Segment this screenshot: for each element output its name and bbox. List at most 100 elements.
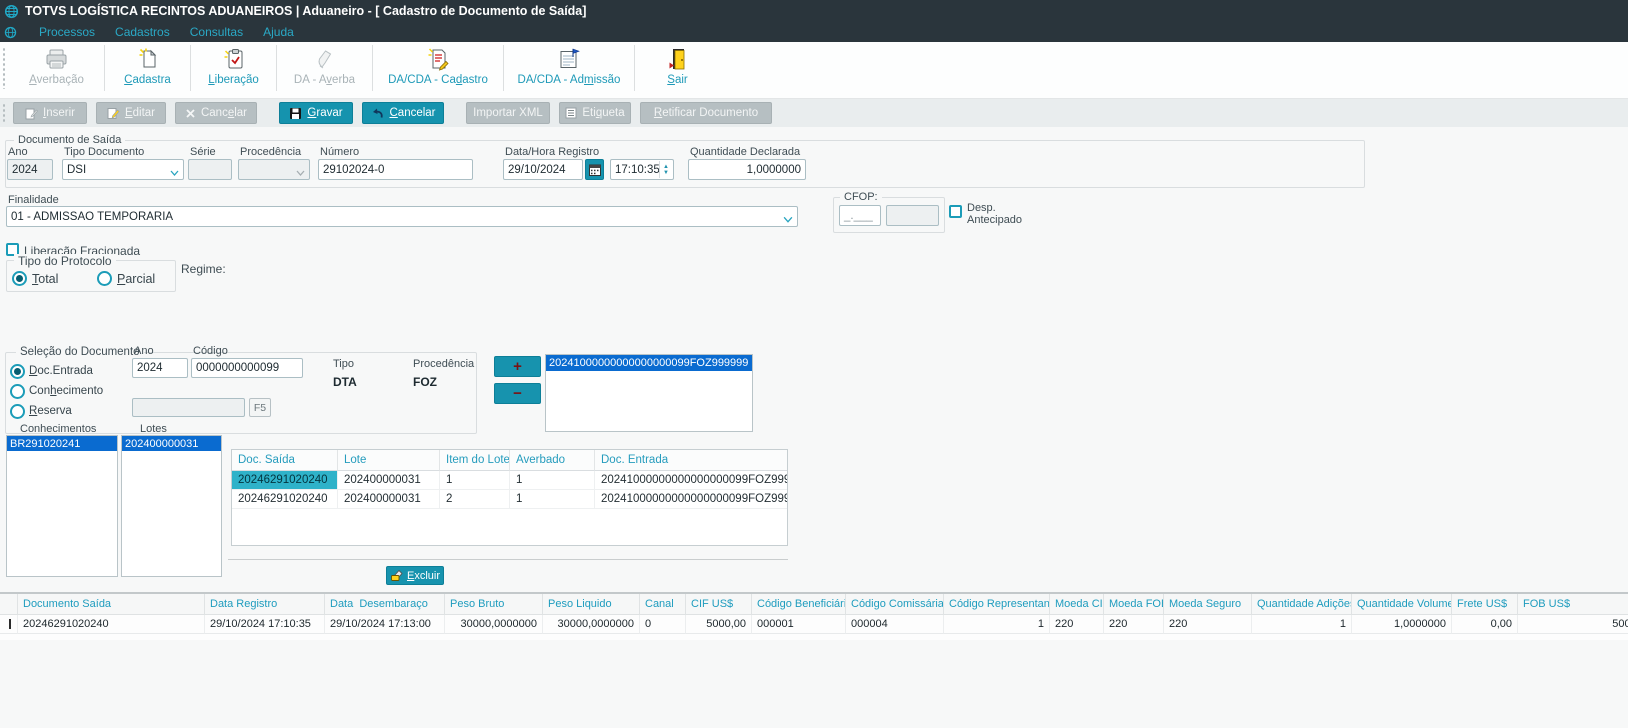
cancelar-edicao-button[interactable]: Cancelar (175, 102, 257, 124)
col-doc-saida[interactable]: Doc. Saída (232, 450, 338, 471)
selecao-codigo-field[interactable]: 0000000000099 (191, 358, 303, 378)
grid-cell-peso-bruto[interactable]: 30000,0000000 (445, 615, 543, 634)
menu-cadastros[interactable]: Cadastros (115, 25, 170, 39)
remove-document-button[interactable]: − (494, 383, 541, 404)
grid-col-moeda-seguro[interactable]: Moeda Seguro (1164, 594, 1252, 615)
conhecimento-list-item[interactable]: BR291020241 (7, 436, 117, 451)
conhecimento-radio[interactable] (10, 384, 25, 399)
selecao-busca-field[interactable] (132, 398, 245, 417)
etiqueta-button[interactable]: Etiqueta (559, 102, 631, 124)
gravar-button[interactable]: Gravar (279, 102, 353, 124)
toolbar-liberacao-button[interactable]: Liberação (191, 42, 276, 92)
protocolo-total-radio[interactable] (12, 271, 27, 286)
cell-doc-saida[interactable]: 20246291020240 (232, 490, 338, 509)
grid-cell-documento-saida[interactable]: 20246291020240 (18, 615, 205, 634)
documento-list-item[interactable]: 20241000000000000000099FOZ999999 (546, 355, 752, 371)
grid-col-codigo-comissaria[interactable]: Código Comissária (846, 594, 944, 615)
menu-processos[interactable]: Processos (39, 25, 95, 39)
selecao-ano-field[interactable]: 2024 (132, 358, 188, 378)
toolbar-sair-button[interactable]: Sair (635, 42, 720, 92)
grid-col-peso-bruto[interactable]: Peso Bruto (445, 594, 543, 615)
f5-button[interactable]: F5 (249, 398, 271, 417)
grid-cell-quantidade-adicoes[interactable]: 1 (1252, 615, 1352, 634)
inserir-button[interactable]: Inserir (13, 102, 87, 124)
toolbar-cadastra-button[interactable]: Cadastra (105, 42, 190, 92)
grid-cell-codigo-beneficiario[interactable]: 000001 (752, 615, 846, 634)
hora-registro-field[interactable]: 17:10:35 ▲ ▼ (610, 159, 674, 180)
desp-antecipado-checkbox[interactable] (949, 205, 962, 218)
grid-col-data-desembaraco[interactable]: Data Desembaraço (325, 594, 445, 615)
editar-button[interactable]: Editar (96, 102, 166, 124)
cfop-mask-field[interactable]: _.___ (839, 205, 881, 226)
col-item-do-lote[interactable]: Item do Lote (440, 450, 510, 471)
cell-lote[interactable]: 202400000031 (338, 471, 440, 490)
cell-averbado[interactable]: 1 (510, 490, 595, 509)
conhecimentos-listbox[interactable]: BR291020241 (6, 435, 118, 577)
importar-xml-button[interactable]: Importar XML (466, 102, 550, 124)
grid-cell-canal[interactable]: 0 (640, 615, 686, 634)
finalidade-combo[interactable]: 01 - ADMISSAO TEMPORARIA (6, 206, 798, 227)
lotes-listbox[interactable]: 202400000031 (121, 435, 222, 577)
doc-entrada-radio[interactable] (10, 364, 25, 379)
grid-col-codigo-beneficiario[interactable]: Código Beneficiário (752, 594, 846, 615)
toolbar-dacda-admissao-button[interactable]: DA/CDA - Admissão (504, 42, 634, 92)
grid-data-row[interactable]: 20246291020240 29/10/2024 17:10:35 29/10… (0, 615, 1628, 634)
data-registro-field[interactable]: 29/10/2024 (503, 159, 583, 180)
menu-consultas[interactable]: Consultas (190, 25, 243, 39)
cell-lote[interactable]: 202400000031 (338, 490, 440, 509)
toolbar-drag-handle[interactable] (2, 47, 6, 89)
grid-cell-cif-usd[interactable]: 5000,00 (686, 615, 752, 634)
serie-field[interactable] (188, 159, 232, 180)
grid-col-fob-usd[interactable]: FOB US$ (1518, 594, 1628, 615)
grid-col-peso-liquido[interactable]: Peso Liquido (543, 594, 640, 615)
grid-col-data-registro[interactable]: Data Registro (205, 594, 325, 615)
grid-col-quantidade-adicoes[interactable]: Quantidade Adições (1252, 594, 1352, 615)
grid-cell-moeda-seguro[interactable]: 220 (1164, 615, 1252, 634)
grid-cell-moeda-cif[interactable]: 220 (1050, 615, 1104, 634)
toolbar-dacda-cadastro-button[interactable]: DA/CDA - Cadastro (373, 42, 503, 92)
toolbar-averbacao-button[interactable]: Averbação (9, 42, 104, 92)
menu-ajuda[interactable]: Ajuda (263, 25, 294, 39)
excluir-button[interactable]: Excluir (386, 566, 444, 585)
grid-cell-peso-liquido[interactable]: 30000,0000000 (543, 615, 640, 634)
protocolo-parcial-radio[interactable] (97, 271, 112, 286)
grid-cell-data-desembaraco[interactable]: 29/10/2024 17:13:00 (325, 615, 445, 634)
grid-col-quantidade-volumes[interactable]: Quantidade Volumes (1352, 594, 1452, 615)
grid-col-frete-usd[interactable]: Frete US$ (1452, 594, 1518, 615)
col-lote[interactable]: Lote (338, 450, 440, 471)
procedencia-combo[interactable] (238, 159, 310, 180)
cell-doc-entrada[interactable]: 20241000000000000000099FOZ999999 (595, 490, 787, 509)
grid-col-moeda-fob[interactable]: Moeda FOB (1104, 594, 1164, 615)
tipo-documento-combo[interactable]: DSI (62, 159, 184, 180)
retificar-documento-button[interactable]: Retificar Documento (640, 102, 772, 124)
grid-col-codigo-representante[interactable]: Código Representante (944, 594, 1050, 615)
grid-col-documento-saida[interactable]: Documento Saída (18, 594, 205, 615)
cell-doc-saida[interactable]: 20246291020240 (232, 471, 338, 490)
cell-averbado[interactable]: 1 (510, 471, 595, 490)
grid-cell-quantidade-volumes[interactable]: 1,0000000 (1352, 615, 1452, 634)
col-averbado[interactable]: Averbado (510, 450, 595, 471)
grid-cell-moeda-fob[interactable]: 220 (1104, 615, 1164, 634)
lote-list-item[interactable]: 202400000031 (122, 436, 221, 451)
actionbar-drag-handle[interactable] (2, 103, 6, 123)
grid-col-canal[interactable]: Canal (640, 594, 686, 615)
col-doc-entrada[interactable]: Doc. Entrada (595, 450, 787, 471)
calendar-button[interactable] (585, 159, 604, 180)
grid-col-moeda-cif[interactable]: Moeda CIF (1050, 594, 1104, 615)
quantidade-declarada-field[interactable]: 1,0000000 (688, 159, 806, 180)
grid-cell-data-registro[interactable]: 29/10/2024 17:10:35 (205, 615, 325, 634)
cell-item-do-lote[interactable]: 2 (440, 490, 510, 509)
grid-col-cif-usd[interactable]: CIF US$ (686, 594, 752, 615)
cfop-descricao-field[interactable] (886, 205, 939, 226)
toolbar-da-averba-button[interactable]: DA - Averba (277, 42, 372, 92)
cancelar-button[interactable]: Cancelar (362, 102, 444, 124)
grid-cell-codigo-comissaria[interactable]: 000004 (846, 615, 944, 634)
ano-field[interactable]: 2024 (7, 159, 53, 180)
numero-field[interactable]: 29102024-0 (318, 159, 473, 180)
cell-doc-entrada[interactable]: 20241000000000000000099FOZ999999 (595, 471, 787, 490)
grid-cell-codigo-representante[interactable]: 1 (944, 615, 1050, 634)
table-row[interactable]: 20246291020240 202400000031 2 1 20241000… (232, 490, 787, 509)
table-row[interactable]: 20246291020240 202400000031 1 1 20241000… (232, 471, 787, 490)
time-spinner[interactable]: ▲ ▼ (659, 161, 672, 178)
add-document-button[interactable]: + (494, 356, 541, 377)
